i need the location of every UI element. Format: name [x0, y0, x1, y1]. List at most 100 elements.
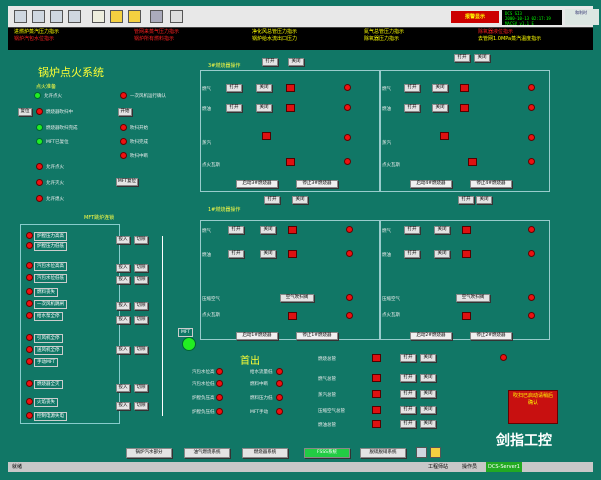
open-button[interactable]: 打开 — [228, 226, 244, 234]
gas-valve[interactable] — [462, 226, 471, 234]
stop-burner2-button[interactable]: 停止2#燃烧器 — [470, 332, 512, 340]
alarm-item[interactable]: 氮气总管压力指示 — [364, 29, 404, 36]
close-button[interactable]: 关闭 — [260, 226, 276, 234]
bypass-button[interactable]: 投入 — [116, 384, 130, 392]
next-page-icon[interactable] — [416, 447, 427, 458]
release-button[interactable]: 切除 — [134, 276, 148, 284]
header-valve[interactable] — [372, 354, 381, 362]
header-valve[interactable] — [372, 374, 381, 382]
alarm-item[interactable]: 锅炉所有燃料指示 — [134, 36, 179, 43]
close-button[interactable]: 关闭 — [256, 104, 272, 112]
disk-icon[interactable] — [150, 10, 163, 23]
header-valve[interactable] — [372, 406, 381, 414]
close-button[interactable]: 关闭 — [420, 406, 436, 414]
open-button[interactable]: 打开 — [404, 104, 420, 112]
release-button[interactable]: 切除 — [134, 384, 148, 392]
release-button[interactable]: 切除 — [134, 236, 148, 244]
air-purge-valve-button[interactable]: 空气吹扫阀 — [280, 294, 314, 302]
alarm-item[interactable]: 锅炉给水流出口压力 — [252, 36, 297, 43]
alarm-item[interactable]: 除氧器压力指示 — [364, 36, 404, 43]
start-burner2-button[interactable]: 启动2#燃烧器 — [410, 332, 452, 340]
document-icon[interactable] — [92, 10, 105, 23]
bypass-button[interactable]: 投入 — [116, 402, 130, 410]
close-button[interactable]: 关闭 — [434, 250, 450, 258]
steam-valve[interactable] — [440, 132, 449, 140]
ignition-valve[interactable] — [468, 158, 477, 166]
oil-valve[interactable] — [288, 250, 297, 258]
alarm-item[interactable]: 管网来蒸气压力指示 — [134, 29, 179, 36]
ignition-valve[interactable] — [288, 312, 297, 320]
alarm-item[interactable]: 锅炉汽包水位指示 — [14, 36, 59, 43]
help-icon[interactable] — [430, 447, 441, 458]
start-burner1-button[interactable]: 启动1#燃烧器 — [236, 332, 278, 340]
open-button[interactable]: 打开 — [400, 390, 416, 398]
open-button[interactable]: 打开 — [226, 84, 242, 92]
open-button[interactable]: 打开 — [404, 226, 420, 234]
release-button[interactable]: 切除 — [134, 346, 148, 354]
gas-valve[interactable] — [286, 84, 295, 92]
bypass-button[interactable]: 投入 — [116, 276, 130, 284]
start-burner3-button[interactable]: 启动3#燃烧器 — [236, 180, 278, 188]
reset-button[interactable]: 复位 — [18, 108, 32, 116]
nav-button[interactable]: 脱硫脱硝系统 — [360, 448, 406, 458]
close-button[interactable]: 关闭 — [432, 104, 448, 112]
ignition-valve[interactable] — [286, 158, 295, 166]
start-burner4-button[interactable]: 启动4#燃烧器 — [410, 180, 452, 188]
folder-icon[interactable] — [110, 10, 123, 23]
bypass-button[interactable]: 投入 — [116, 302, 130, 310]
release-button[interactable]: 切除 — [134, 402, 148, 410]
alarm-display-button[interactable]: 报警显示 — [451, 11, 499, 23]
alarm-item[interactable]: 除氧器液位指示 — [478, 29, 541, 36]
mft-reset-button[interactable]: MFT复位 — [116, 178, 138, 186]
stop-burner1-button[interactable]: 停止1#燃烧器 — [296, 332, 338, 340]
oil-valve[interactable] — [460, 104, 469, 112]
open-button[interactable]: 打开 — [226, 104, 242, 112]
close-button[interactable]: 关闭 — [476, 196, 492, 204]
release-button[interactable]: 切除 — [134, 316, 148, 324]
open-button[interactable]: 打开 — [404, 84, 420, 92]
nav-button[interactable]: 燃烧器系统 — [242, 448, 288, 458]
open-button[interactable]: 打开 — [262, 58, 278, 66]
close-button[interactable]: 关闭 — [288, 58, 304, 66]
bypass-button[interactable]: 投入 — [116, 316, 130, 324]
open-button[interactable]: 打开 — [400, 406, 416, 414]
printer-icon[interactable] — [68, 10, 81, 23]
steam-valve[interactable] — [262, 132, 271, 140]
stop-burner3-button[interactable]: 停止3#燃烧器 — [296, 180, 338, 188]
oil-valve[interactable] — [462, 250, 471, 258]
close-button[interactable]: 关闭 — [420, 390, 436, 398]
tools-icon[interactable] — [50, 10, 63, 23]
nav-button-active[interactable]: FSSS系统 — [304, 448, 350, 458]
ignition-valve[interactable] — [462, 312, 471, 320]
gas-valve[interactable] — [460, 84, 469, 92]
close-button[interactable]: 关闭 — [420, 374, 436, 382]
close-button[interactable]: 关闭 — [260, 250, 276, 258]
open-button[interactable]: 打开 — [400, 374, 416, 382]
close-button[interactable]: 关闭 — [420, 420, 436, 428]
open-button[interactable]: 打开 — [458, 196, 474, 204]
nav-button[interactable]: 油气燃烧系统 — [184, 448, 230, 458]
header-valve[interactable] — [372, 420, 381, 428]
gas-valve[interactable] — [288, 226, 297, 234]
release-button[interactable]: 切除 — [134, 264, 148, 272]
alarm-item[interactable]: 净化风总管压力指示 — [252, 29, 297, 36]
nav-button[interactable]: 锅炉汽水部分 — [126, 448, 172, 458]
start-button[interactable]: 开始 — [118, 108, 132, 116]
oil-valve[interactable] — [286, 104, 295, 112]
close-button[interactable]: 关闭 — [420, 354, 436, 362]
bypass-button[interactable]: 投入 — [116, 264, 130, 272]
close-button[interactable]: 关闭 — [292, 196, 308, 204]
home-icon[interactable] — [14, 10, 27, 23]
open-button[interactable]: 打开 — [400, 354, 416, 362]
close-button[interactable]: 关闭 — [474, 54, 490, 62]
open-button[interactable]: 打开 — [404, 250, 420, 258]
open-button[interactable]: 打开 — [228, 250, 244, 258]
air-purge-valve-button[interactable]: 空气吹扫阀 — [456, 294, 490, 302]
release-button[interactable]: 切除 — [134, 302, 148, 310]
alarm-item[interactable]: 去管网1.0MPa蒸汽温度指示 — [478, 36, 541, 43]
gear-icon[interactable] — [32, 10, 45, 23]
open-button[interactable]: 打开 — [400, 420, 416, 428]
stop-burner4-button[interactable]: 停止4#燃烧器 — [470, 180, 512, 188]
header-valve[interactable] — [372, 390, 381, 398]
open-button[interactable]: 打开 — [454, 54, 470, 62]
